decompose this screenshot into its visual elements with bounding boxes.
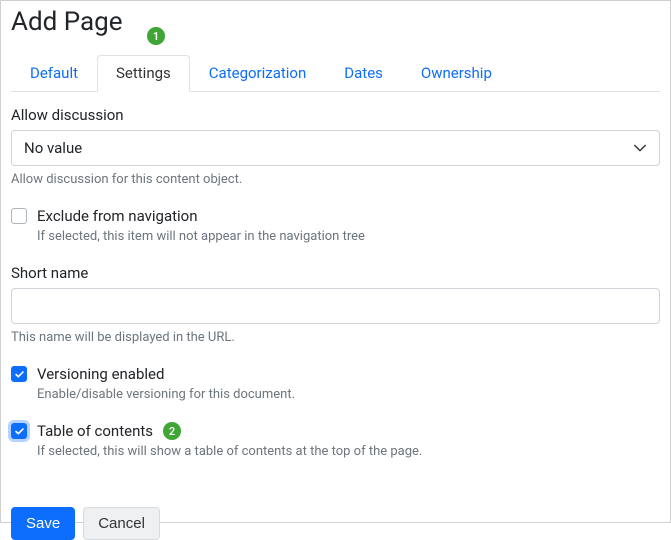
- tab-ownership[interactable]: Ownership: [402, 55, 511, 92]
- allow-discussion-help: Allow discussion for this content object…: [11, 172, 660, 187]
- save-button[interactable]: Save: [11, 507, 75, 540]
- tab-default[interactable]: Default: [11, 55, 97, 92]
- tab-settings[interactable]: Settings: [97, 55, 190, 92]
- page-title: Add Page: [11, 7, 660, 37]
- tab-dates[interactable]: Dates: [325, 55, 402, 92]
- versioning-checkbox[interactable]: [11, 366, 27, 382]
- versioning-help: Enable/disable versioning for this docum…: [37, 387, 660, 402]
- allow-discussion-value: No value: [24, 139, 82, 157]
- annotation-badge-1: 1: [147, 27, 165, 45]
- toc-label: Table of contents: [37, 422, 153, 440]
- short-name-label: Short name: [11, 264, 660, 282]
- toc-checkbox[interactable]: [11, 423, 27, 439]
- short-name-input[interactable]: [11, 288, 660, 324]
- short-name-help: This name will be displayed in the URL.: [11, 330, 660, 345]
- allow-discussion-select[interactable]: No value: [11, 130, 660, 166]
- versioning-label: Versioning enabled: [37, 365, 164, 383]
- allow-discussion-label: Allow discussion: [11, 106, 660, 124]
- tab-bar: Default Settings Categorization Dates Ow…: [11, 55, 660, 92]
- tab-categorization[interactable]: Categorization: [190, 55, 326, 92]
- exclude-nav-checkbox[interactable]: [11, 208, 27, 224]
- annotation-badge-2: 2: [163, 422, 181, 440]
- chevron-down-icon: [633, 141, 647, 155]
- exclude-nav-help: If selected, this item will not appear i…: [37, 229, 660, 244]
- toc-help: If selected, this will show a table of c…: [37, 444, 660, 459]
- add-page-form: Add Page 1 Default Settings Categorizati…: [0, 0, 671, 523]
- exclude-nav-label: Exclude from navigation: [37, 207, 198, 225]
- cancel-button[interactable]: Cancel: [83, 507, 160, 540]
